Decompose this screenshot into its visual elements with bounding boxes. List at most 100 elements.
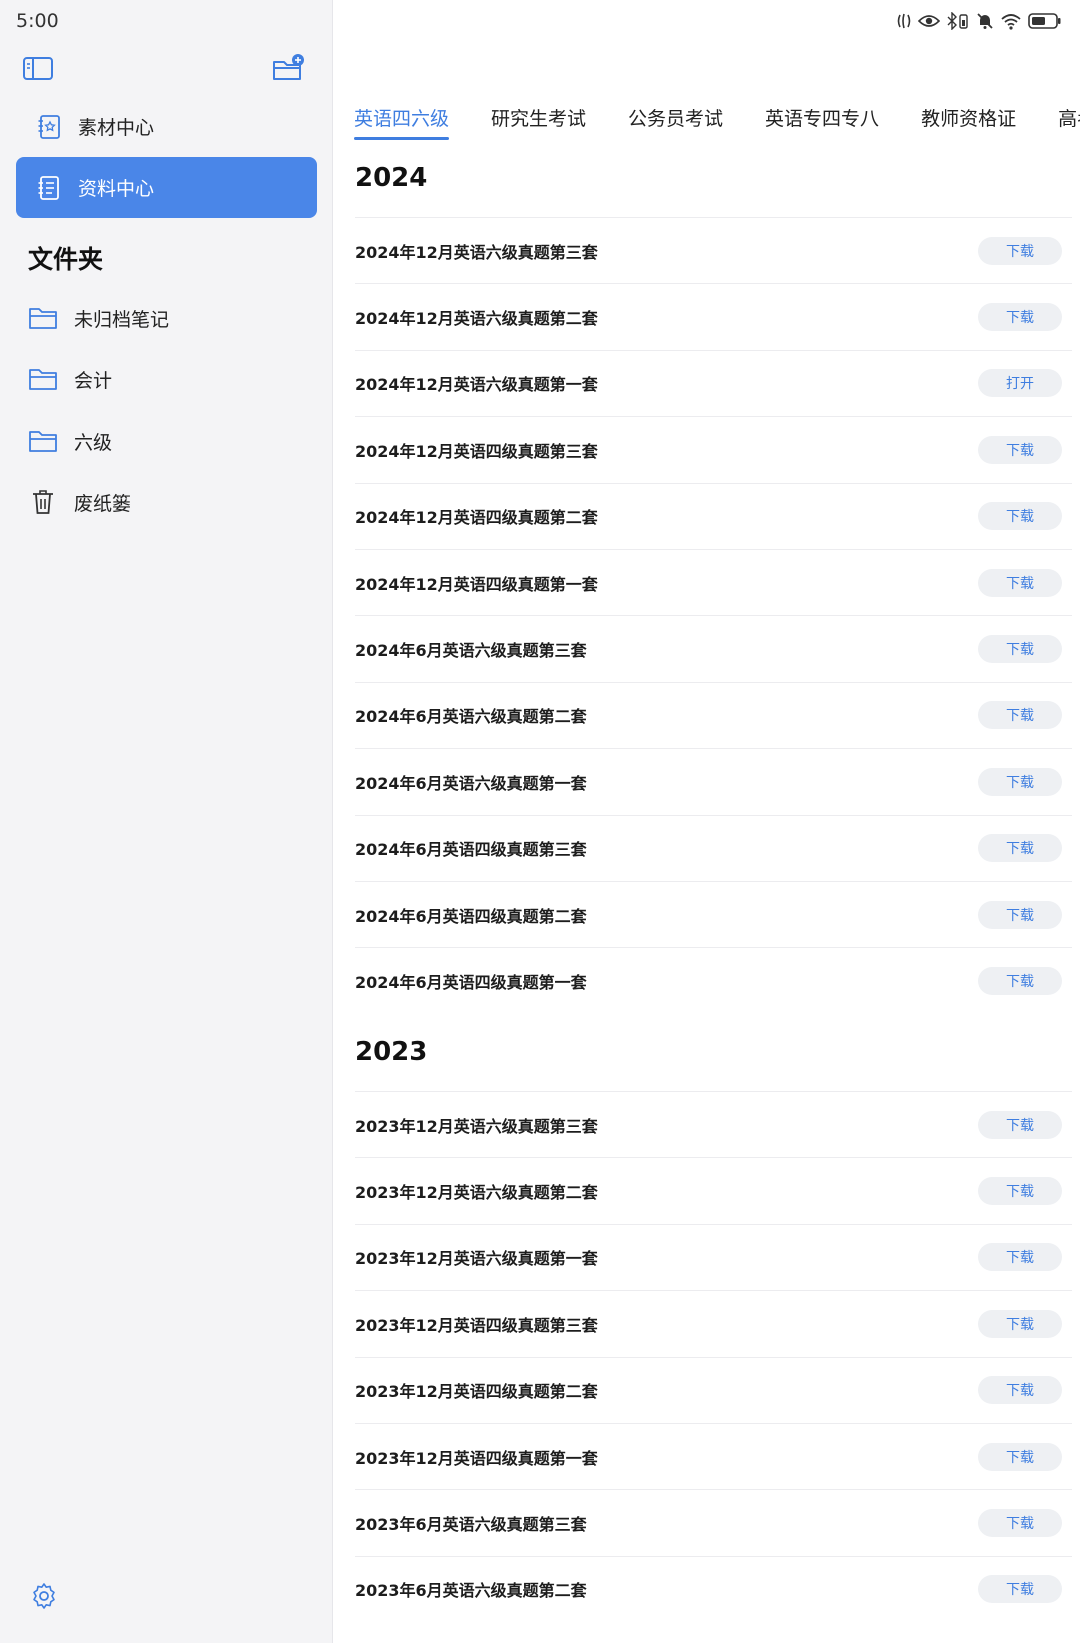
bluetooth-battery-icon (946, 10, 970, 32)
download-button[interactable]: 下载 (978, 1243, 1062, 1272)
download-button[interactable]: 下载 (978, 767, 1062, 796)
section-year-heading: 2023 (355, 1037, 428, 1067)
item-title: 2024年6月英语六级真题第二套 (355, 707, 587, 727)
folder-icon (28, 428, 58, 454)
list-item[interactable]: 2023年12月英语六级真题第一套 下载 (355, 1223, 1072, 1290)
download-button[interactable]: 下载 (978, 1509, 1062, 1538)
status-time: 5:00 (16, 10, 59, 32)
item-title: 2024年6月英语六级真题第一套 (355, 773, 587, 793)
download-button[interactable]: 下载 (978, 834, 1062, 863)
tab-postgraduate[interactable]: 研究生考试 (491, 106, 586, 140)
download-button[interactable]: 下载 (978, 1376, 1062, 1405)
item-title: 2023年12月英语四级真题第一套 (355, 1448, 598, 1468)
download-button[interactable]: 下载 (978, 303, 1062, 332)
item-title: 2024年6月英语六级真题第三套 (355, 641, 587, 661)
folder-heading: 文件夹 (28, 245, 104, 274)
item-title: 2023年12月英语六级真题第二套 (355, 1183, 598, 1203)
item-title: 2024年12月英语六级真题第一套 (355, 375, 598, 395)
folder-label: 会计 (74, 369, 113, 392)
sidebar: 5:00 素材中心 资料中心 文件夹 未归档笔记 会计 六级 废纸篓 (0, 0, 333, 1643)
item-title: 2024年12月英语六级真题第二套 (355, 309, 598, 329)
list-item[interactable]: 2024年6月英语六级真题第一套 下载 (355, 748, 1072, 814)
document-list: 2024年12月英语六级真题第三套 下载 2024年12月英语六级真题第二套 下载 … (355, 217, 1072, 1014)
item-title: 2024年12月英语四级真题第一套 (355, 574, 598, 594)
document-icon (36, 175, 62, 201)
folder-label: 未归档笔记 (74, 308, 170, 331)
download-button[interactable]: 下载 (978, 1177, 1062, 1206)
list-item[interactable]: 2024年6月英语六级真题第三套 下载 (355, 615, 1072, 681)
item-title: 2023年12月英语四级真题第三套 (355, 1315, 598, 1335)
list-item[interactable]: 2024年12月英语四级真题第三套 下载 (355, 416, 1072, 482)
tab-cet[interactable]: 英语四六级 (354, 106, 450, 140)
eye-icon (918, 10, 940, 32)
main-content: 英语四六级 研究生考试 公务员考试 英语专四专八 教师资格证 高考 2024 2… (334, 0, 1080, 1643)
item-title: 2023年6月英语六级真题第二套 (355, 1581, 587, 1601)
item-title: 2024年6月英语四级真题第一套 (355, 972, 587, 992)
folder-item-trash[interactable]: 废纸篓 (28, 478, 318, 526)
download-button[interactable]: 下载 (978, 568, 1062, 597)
list-item[interactable]: 2024年6月英语四级真题第二套 下载 (355, 880, 1072, 947)
item-title: 2024年6月英语四级真题第二套 (355, 906, 587, 926)
list-item[interactable]: 2023年12月英语四级真题第三套 下载 (355, 1290, 1072, 1356)
list-item[interactable]: 2023年6月英语六级真题第二套 下载 (355, 1555, 1072, 1622)
battery-icon (1028, 10, 1062, 32)
nfc-icon (896, 10, 912, 32)
list-item[interactable]: 2023年12月英语六级真题第三套 下载 (355, 1091, 1072, 1157)
nav-item-resource-center[interactable]: 资料中心 (16, 157, 317, 218)
tab-civil-service[interactable]: 公务员考试 (628, 106, 723, 140)
list-item[interactable]: 2023年12月英语六级真题第二套 下载 (355, 1157, 1072, 1223)
open-button[interactable]: 打开 (978, 369, 1062, 398)
list-item[interactable]: 2024年12月英语六级真题第一套 打开 (355, 349, 1072, 416)
settings-gear-icon[interactable] (30, 1582, 58, 1610)
download-button[interactable]: 下载 (978, 236, 1062, 265)
nav-item-label: 素材中心 (78, 117, 155, 139)
download-button[interactable]: 下载 (978, 1575, 1062, 1604)
tab-teacher-cert[interactable]: 教师资格证 (921, 106, 1016, 140)
wifi-icon (1000, 10, 1022, 32)
nav-item-label: 资料中心 (78, 178, 155, 200)
category-tabs: 英语四六级 研究生考试 公务员考试 英语专四专八 教师资格证 高考 (354, 106, 1080, 140)
download-button[interactable]: 下载 (978, 900, 1062, 929)
status-icons (896, 10, 1062, 32)
download-button[interactable]: 下载 (978, 1309, 1062, 1338)
folder-icon (28, 305, 58, 331)
download-button[interactable]: 下载 (978, 1110, 1062, 1139)
new-folder-icon[interactable] (271, 53, 305, 83)
sidebar-toggle-icon[interactable] (22, 56, 54, 82)
download-button[interactable]: 下载 (978, 502, 1062, 531)
mute-icon (976, 10, 994, 32)
list-item[interactable]: 2023年12月英语四级真题第二套 下载 (355, 1356, 1072, 1423)
list-item[interactable]: 2023年6月英语六级真题第三套 下载 (355, 1489, 1072, 1555)
trash-icon (28, 489, 58, 515)
list-item[interactable]: 2024年12月英语四级真题第一套 下载 (355, 548, 1072, 615)
tab-tem[interactable]: 英语专四专八 (765, 106, 879, 140)
list-item[interactable]: 2024年12月英语四级真题第二套 下载 (355, 482, 1072, 549)
item-title: 2024年12月英语四级真题第二套 (355, 508, 598, 528)
item-title: 2023年6月英语六级真题第三套 (355, 1515, 587, 1535)
item-title: 2024年6月英语四级真题第三套 (355, 840, 587, 860)
list-item[interactable]: 2024年6月英语四级真题第一套 下载 (355, 947, 1072, 1013)
folder-item-cet6[interactable]: 六级 (28, 417, 318, 465)
item-title: 2023年12月英语六级真题第一套 (355, 1249, 598, 1269)
folder-item-unfiled-notes[interactable]: 未归档笔记 (28, 294, 318, 342)
download-button[interactable]: 下载 (978, 635, 1062, 664)
list-item[interactable]: 2024年12月英语六级真题第三套 下载 (355, 217, 1072, 283)
folder-item-accounting[interactable]: 会计 (28, 355, 318, 403)
list-item[interactable]: 2024年12月英语六级真题第二套 下载 (355, 283, 1072, 349)
item-title: 2024年12月英语四级真题第三套 (355, 441, 598, 461)
download-button[interactable]: 下载 (978, 966, 1062, 995)
folder-icon (28, 366, 58, 392)
folder-label: 废纸篓 (74, 492, 132, 515)
download-button[interactable]: 下载 (978, 1442, 1062, 1471)
list-item[interactable]: 2023年12月英语四级真题第一套 下载 (355, 1422, 1072, 1489)
section-year-heading: 2024 (355, 163, 428, 193)
list-item[interactable]: 2024年6月英语四级真题第三套 下载 (355, 814, 1072, 881)
document-list: 2023年12月英语六级真题第三套 下载 2023年12月英语六级真题第二套 下载 … (355, 1091, 1072, 1622)
material-book-icon (36, 114, 62, 140)
list-item[interactable]: 2024年6月英语六级真题第二套 下载 (355, 681, 1072, 748)
tab-gaokao[interactable]: 高考 (1058, 106, 1080, 140)
download-button[interactable]: 下载 (978, 701, 1062, 730)
nav-item-material-center[interactable]: 素材中心 (16, 96, 317, 157)
download-button[interactable]: 下载 (978, 435, 1062, 464)
item-title: 2023年12月英语四级真题第二套 (355, 1382, 598, 1402)
